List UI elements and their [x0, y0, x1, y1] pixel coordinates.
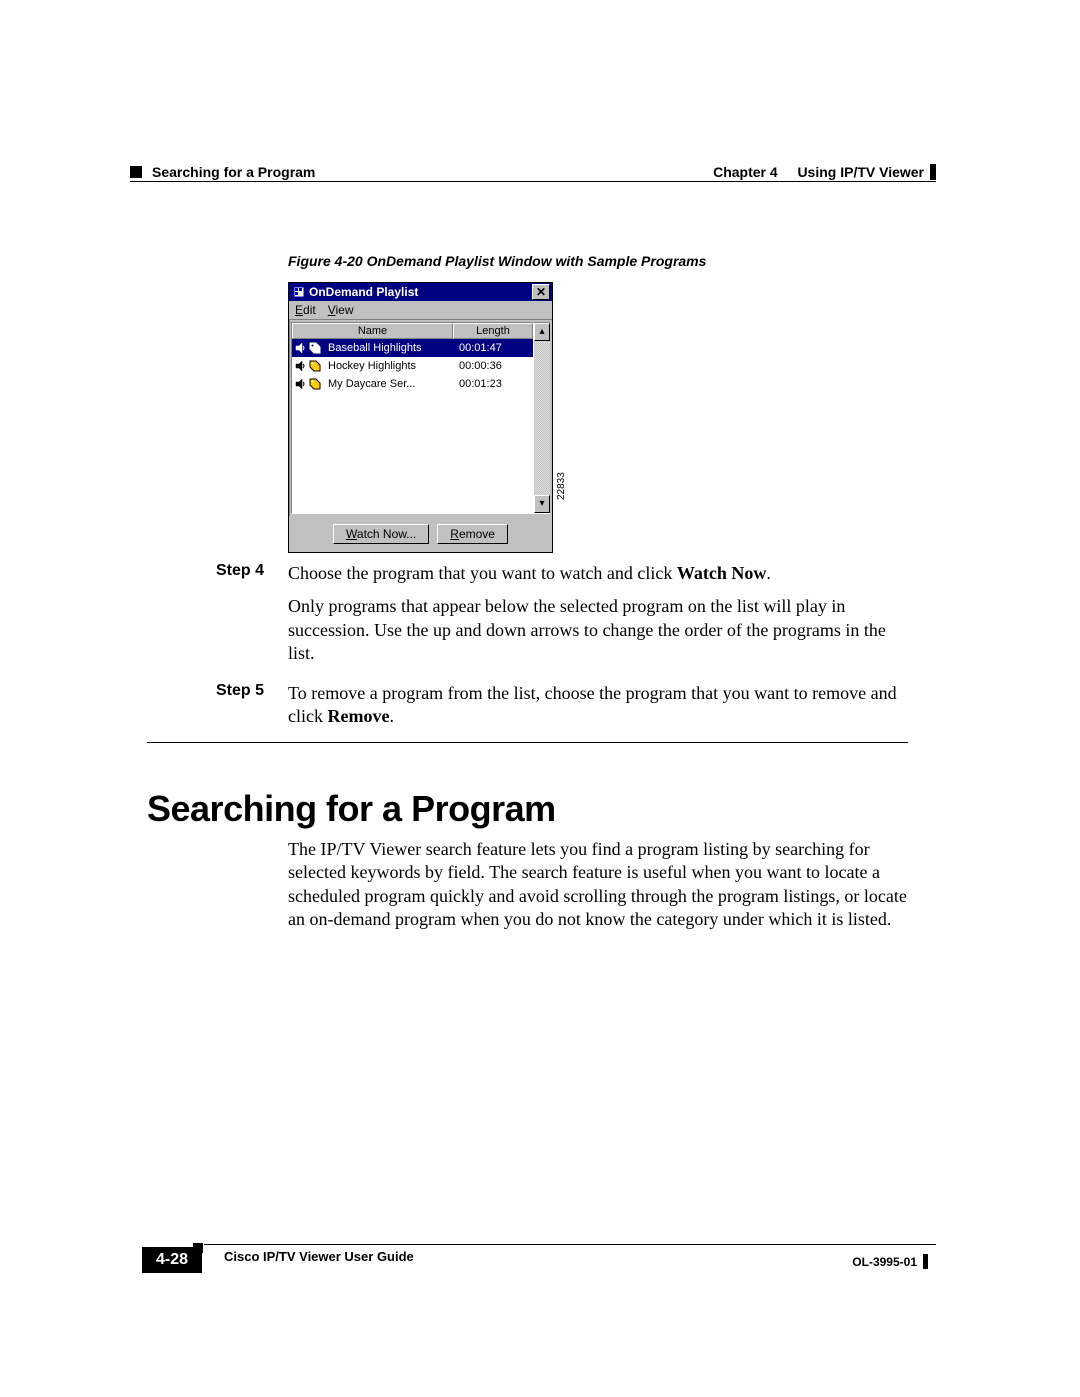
- header-chapter-title: Using IP/TV Viewer: [797, 164, 924, 180]
- step-4-text-1: Choose the program that you want to watc…: [288, 562, 908, 585]
- window-titlebar[interactable]: OnDemand Playlist ✕: [289, 283, 552, 301]
- triangle-up-icon: ▴: [539, 327, 544, 337]
- playlist-listview[interactable]: Name Length Baseball Highlights 00:01:47: [291, 322, 534, 514]
- step-5-text-1: To remove a program from the list, choos…: [288, 682, 908, 729]
- column-header-length[interactable]: Length: [453, 323, 533, 339]
- playlist-row-length: 00:00:36: [459, 360, 533, 372]
- tag-icon: [309, 360, 321, 372]
- page-number-badge: 4-28: [142, 1247, 202, 1273]
- tag-icon: [309, 342, 321, 354]
- menu-view[interactable]: View: [328, 303, 354, 317]
- scroll-up-button[interactable]: ▴: [534, 323, 550, 341]
- header-chapter-label: Chapter 4: [713, 164, 778, 180]
- playlist-row-name: My Daycare Ser...: [328, 378, 459, 390]
- footer-doc-id: OL-3995-01: [852, 1255, 917, 1269]
- playlist-row-length: 00:01:23: [459, 378, 533, 390]
- speaker-icon: [295, 360, 307, 372]
- playlist-row-name: Hockey Highlights: [328, 360, 459, 372]
- playlist-row[interactable]: Hockey Highlights 00:00:36: [292, 357, 533, 375]
- ondemand-playlist-window: OnDemand Playlist ✕ Edit View Name Lengt…: [288, 282, 553, 553]
- window-menubar: Edit View: [289, 301, 552, 320]
- watch-now-button[interactable]: Watch Now...: [333, 524, 429, 544]
- triangle-down-icon: ▾: [539, 499, 544, 509]
- step-4-text-2: Only programs that appear below the sele…: [288, 595, 908, 665]
- footer-guide-title: Cisco IP/TV Viewer User Guide: [224, 1249, 414, 1264]
- playlist-row-name: Baseball Highlights: [328, 342, 459, 354]
- window-title: OnDemand Playlist: [309, 285, 418, 299]
- playlist-row[interactable]: Baseball Highlights 00:01:47: [292, 339, 533, 357]
- vertical-scrollbar[interactable]: ▴ ▾: [534, 322, 550, 514]
- header-right-marker-icon: [930, 164, 936, 180]
- close-button[interactable]: ✕: [532, 284, 550, 300]
- speaker-icon: [295, 378, 307, 390]
- remove-button[interactable]: Remove: [437, 524, 508, 544]
- window-icon: [293, 286, 305, 298]
- playlist-row[interactable]: My Daycare Ser... 00:01:23: [292, 375, 533, 393]
- speaker-icon: [295, 342, 307, 354]
- step-4-label: Step 4: [216, 562, 288, 676]
- steps-end-rule: [147, 742, 908, 743]
- scroll-down-button[interactable]: ▾: [534, 495, 550, 513]
- scroll-track[interactable]: [534, 341, 550, 495]
- section-heading: Searching for a Program: [147, 788, 556, 830]
- footer-right-marker-icon: [923, 1254, 928, 1269]
- header-rule: [130, 181, 936, 182]
- header-left-square-icon: [130, 166, 142, 178]
- close-icon: ✕: [536, 286, 546, 298]
- column-header-name[interactable]: Name: [292, 323, 453, 339]
- figure-caption: Figure 4-20 OnDemand Playlist Window wit…: [288, 253, 706, 269]
- menu-edit[interactable]: Edit: [295, 303, 316, 317]
- step-5-label: Step 5: [216, 682, 288, 739]
- tag-icon: [309, 378, 321, 390]
- footer-rule: [204, 1244, 936, 1245]
- header-section-breadcrumb: Searching for a Program: [152, 164, 315, 180]
- section-body-paragraph: The IP/TV Viewer search feature lets you…: [288, 838, 908, 932]
- playlist-row-length: 00:01:47: [459, 342, 533, 354]
- figure-reference-number: 22833: [556, 472, 567, 500]
